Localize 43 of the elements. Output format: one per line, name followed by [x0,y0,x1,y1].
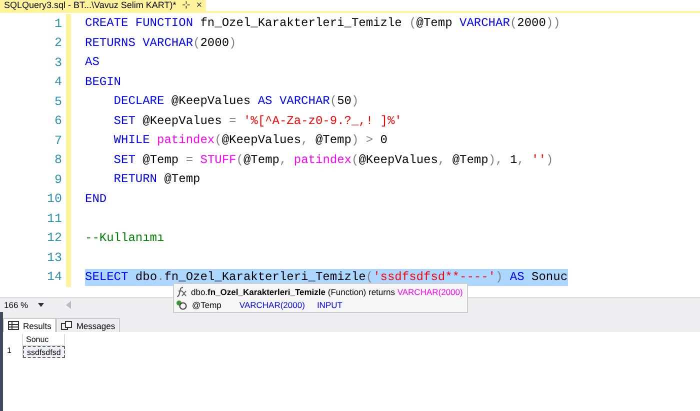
line-number: 14 [46,270,62,284]
zoom-dropdown[interactable]: 166 % [0,300,48,310]
code-line: END [85,190,107,208]
function-icon [176,286,187,296]
parameter-direction: INPUT [316,300,342,310]
line-number: 5 [53,94,62,109]
line-number: 10 [46,192,62,206]
code-line: SET @Temp = STUFF(@Temp, patindex(@KeepValues, @Temp), 1, '') [112,152,554,169]
line-number: 3 [53,56,62,70]
caret-icon [38,303,44,307]
code-line: RETURNS VARCHAR(2000) [85,34,236,52]
code-line: CREATE FUNCTION fn_Ozel_Karakterleri_Temizle (@Temp VARCHAR(2000)) [85,15,560,32]
code-line: DECLARE @KeepValues AS VARCHAR(50) [112,93,359,110]
line-number: 4 [53,75,62,90]
code-line: WHILE patindex(@KeepValues, @Temp) > 0 [112,132,388,150]
line-number: 12 [46,231,62,246]
grid-icon [8,321,19,330]
line-number: 13 [46,250,62,265]
pin-icon[interactable]: ⊹ [182,0,190,11]
line-number: 7 [53,134,62,148]
line-number: 11 [46,212,62,226]
results-tab[interactable]: Messages [56,318,120,332]
document-title: SQLQuery3.sql - BT...\Vavuz Selim KART)* [4,0,176,11]
code-line: AS [85,54,100,72]
line-number: 6 [53,114,62,128]
parameter-name: @Temp [192,300,222,310]
function-signature: dbo.fn_Ozel_Karakterleri_Temizle (Function) returns VARCHAR(2000) [191,286,463,296]
close-icon[interactable]: × [196,0,202,11]
messages-icon [61,321,72,330]
code-line: BEGIN [85,74,122,91]
scroll-left-icon[interactable] [66,301,72,309]
line-number: 1 [53,16,62,31]
parameter-type: VARCHAR(2000) [239,300,305,310]
document-tab[interactable]: SQLQuery3.sql - BT...\Vavuz Selim KART)* ⊹ × [0,0,206,11]
code-line: RETURN @Temp [112,171,200,188]
line-number: 8 [53,153,62,168]
code-line: --Kullanımı [85,230,164,247]
line-number: 9 [53,172,62,187]
table-cell[interactable]: ssdfsdfsd [23,346,65,358]
code-line: SET @KeepValues = '%[^A-Za-z0-9.?_,! ]%' [112,112,402,130]
results-tab[interactable]: Results [3,318,56,332]
parameter-icon [176,300,188,310]
line-number: 2 [53,36,62,50]
